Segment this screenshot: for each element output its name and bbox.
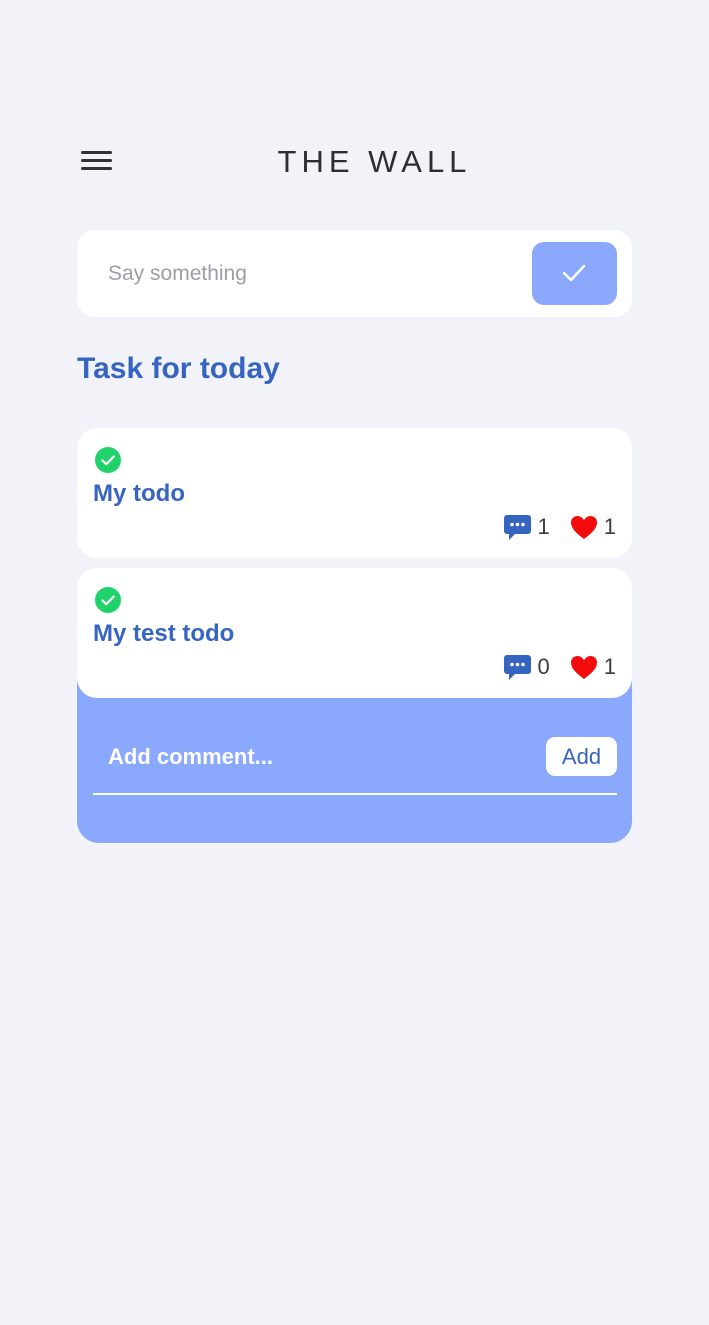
comment-icon	[503, 514, 531, 540]
like-button[interactable]: 1	[570, 514, 616, 540]
comment-count: 0	[537, 654, 550, 679]
app-title: THE WALL	[277, 144, 472, 179]
todo-title: My todo	[93, 480, 185, 507]
check-circle-icon[interactable]	[95, 587, 121, 613]
todo-card[interactable]: My todo 1 1	[77, 428, 632, 558]
header: THE WALL	[0, 140, 709, 184]
todo-title: My test todo	[93, 620, 235, 647]
comment-input-underline	[93, 793, 617, 795]
like-count: 1	[603, 654, 616, 679]
comments-button[interactable]: 1	[503, 514, 550, 541]
add-comment-button[interactable]: Add	[546, 737, 617, 776]
submit-post-button[interactable]	[532, 242, 617, 305]
check-circle-icon[interactable]	[95, 447, 121, 473]
add-comment-input[interactable]	[108, 740, 528, 774]
todo-card[interactable]: My test todo 0 1	[77, 568, 632, 698]
like-button[interactable]: 1	[570, 654, 616, 680]
section-title: Task for today	[77, 352, 280, 385]
like-count: 1	[603, 514, 616, 539]
comment-icon	[503, 654, 531, 680]
post-composer	[77, 230, 632, 317]
comments-button[interactable]: 0	[503, 654, 550, 681]
say-something-input[interactable]	[108, 256, 508, 292]
comment-count: 1	[537, 514, 550, 539]
checkmark-icon	[562, 264, 586, 282]
heart-icon	[570, 655, 597, 679]
todo-stats: 0 1	[503, 652, 616, 682]
todo-stats: 1 1	[503, 512, 616, 542]
heart-icon	[570, 515, 597, 539]
